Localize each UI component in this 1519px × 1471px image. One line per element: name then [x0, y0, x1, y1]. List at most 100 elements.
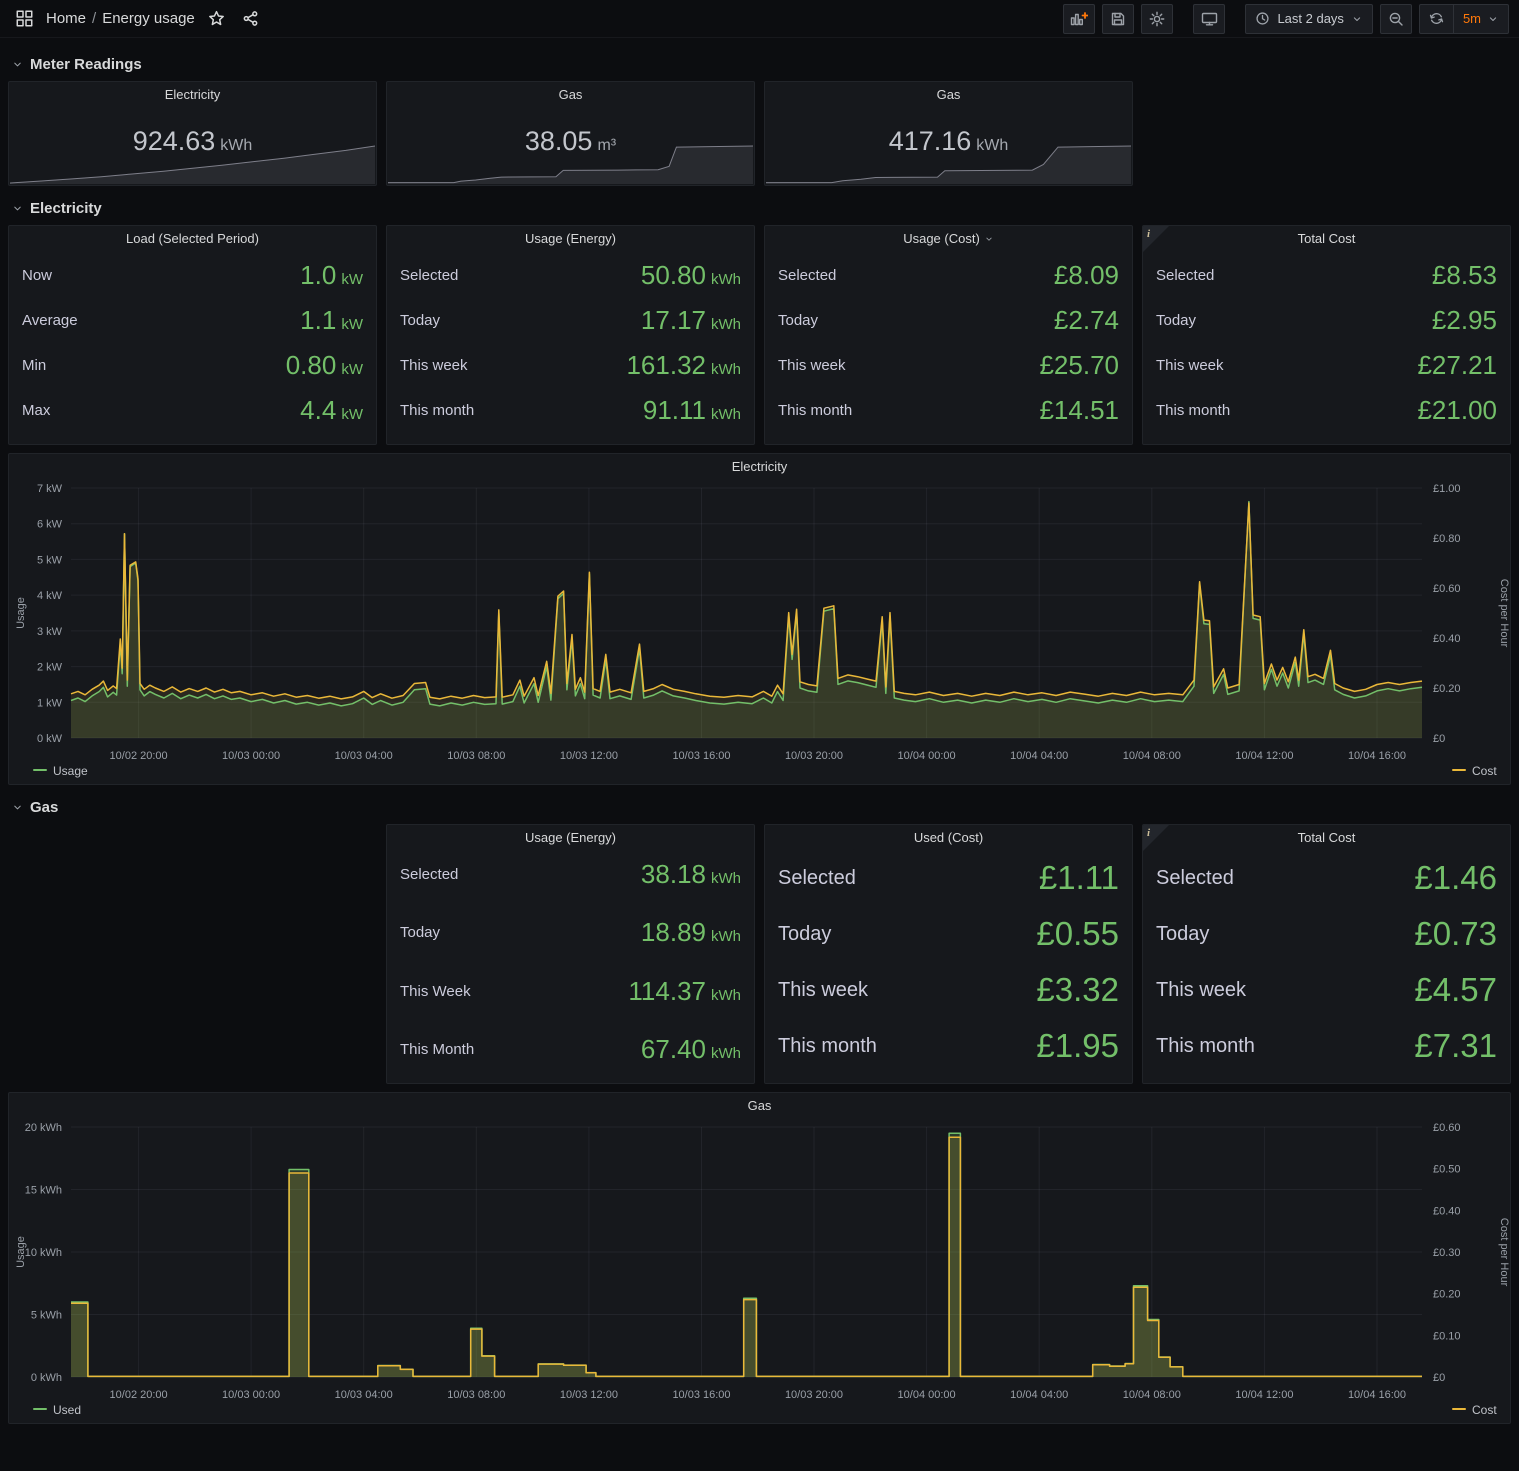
panel-title[interactable]: Used (Cost) — [765, 825, 1132, 851]
electricity-usage-cost-plot[interactable]: 0 kW1 kW2 kW3 kW4 kW5 kW6 kW7 kW£0£0.20£… — [9, 480, 1510, 784]
svg-text:10/04 00:00: 10/04 00:00 — [898, 1389, 956, 1401]
svg-text:£0.20: £0.20 — [1433, 1289, 1461, 1301]
tv-mode-button[interactable] — [1193, 4, 1225, 34]
panel-title[interactable]: Electricity — [9, 82, 376, 108]
dashboard-settings-button[interactable] — [1141, 4, 1173, 34]
stat-row: Today£0.73 — [1156, 915, 1497, 953]
svg-text:10/04 16:00: 10/04 16:00 — [1348, 750, 1406, 762]
stat-row: This month£21.00 — [1156, 395, 1497, 426]
svg-text:Usage: Usage — [53, 764, 88, 778]
share-icon[interactable] — [239, 7, 263, 31]
legend-usage[interactable]: Usage — [33, 764, 88, 778]
save-dashboard-button[interactable] — [1102, 4, 1134, 34]
panel-title[interactable]: Usage (Cost) — [765, 226, 1132, 252]
stat-value: £1.46 — [1414, 859, 1497, 897]
panel-title[interactable]: Gas — [387, 82, 754, 108]
gas-used-cost-plot[interactable]: 0 kWh5 kWh10 kWh15 kWh20 kWh£0£0.10£0.20… — [9, 1119, 1510, 1423]
stat-row: Max 4.4kW — [22, 395, 363, 426]
stat-row: This week161.32kWh — [400, 350, 741, 381]
stat-row: Today£2.95 — [1156, 305, 1497, 336]
stat-label: This Week — [400, 983, 471, 1000]
panel-info-icon[interactable]: i — [1143, 226, 1169, 252]
stat-label: Selected — [778, 267, 836, 284]
star-icon[interactable] — [205, 7, 229, 31]
panel-gas-usage-energy: Usage (Energy) Selected38.18kWhToday18.8… — [386, 824, 755, 1084]
stat-value: £0.55 — [1036, 915, 1119, 953]
stat-unit: kWh — [711, 987, 741, 1004]
stat-label: This week — [778, 979, 868, 1002]
apps-grid-icon[interactable] — [12, 7, 36, 31]
gas-kwh-meter-sparkline — [766, 144, 1131, 184]
panel-load-selected-period: Load (Selected Period) Now1.0kWAverage1.… — [8, 225, 377, 445]
time-range-picker[interactable]: Last 2 days — [1245, 4, 1373, 34]
stat-value: 1.0kW — [300, 260, 363, 291]
stat-row: Selected50.80kWh — [400, 260, 741, 291]
panel-title[interactable]: Usage (Energy) — [387, 226, 754, 252]
panel-title[interactable]: Load (Selected Period) — [9, 226, 376, 252]
row-meter-readings[interactable]: Meter Readings — [0, 38, 1519, 81]
panel-title[interactable]: Gas — [9, 1093, 1510, 1119]
stat-row: This week£4.57 — [1156, 971, 1497, 1009]
zoom-out-button[interactable] — [1380, 4, 1412, 34]
stat-unit: kWh — [711, 316, 741, 333]
breadcrumb-home[interactable]: Home — [46, 10, 86, 27]
svg-text:10/03 12:00: 10/03 12:00 — [560, 750, 618, 762]
stat-value: 17.17kWh — [641, 305, 741, 336]
panel-title[interactable]: Total Cost — [1143, 825, 1510, 851]
panel-title[interactable]: Gas — [765, 82, 1132, 108]
stat-label: Selected — [1156, 867, 1234, 890]
stat-value: £2.74 — [1054, 305, 1119, 336]
svg-text:5 kWh: 5 kWh — [31, 1310, 62, 1322]
stat-label: This month — [778, 402, 852, 419]
gas-timeseries[interactable]: 0 kWh5 kWh10 kWh15 kWh20 kWh£0£0.10£0.20… — [9, 1119, 1510, 1423]
refresh-interval-picker[interactable]: 5m — [1454, 5, 1508, 33]
panel-title[interactable]: Electricity — [9, 454, 1510, 480]
stat-row: This month £7.31 — [1156, 1027, 1497, 1065]
section-title: Electricity — [30, 200, 102, 217]
breadcrumb[interactable]: Home / Energy usage — [46, 10, 195, 27]
stat-value: £25.70 — [1039, 350, 1119, 381]
stat-unit: kW — [341, 316, 363, 333]
legend-used[interactable]: Used — [33, 1403, 81, 1417]
svg-text:5 kW: 5 kW — [37, 554, 63, 566]
stat-value: £3.32 — [1036, 971, 1119, 1009]
legend-cost[interactable]: Cost — [1452, 764, 1497, 778]
stat-value: 18.89kWh — [641, 917, 741, 948]
electricity-meter-sparkline — [10, 144, 375, 184]
stat-label: This month — [1156, 402, 1230, 419]
breadcrumb-current[interactable]: Energy usage — [102, 10, 195, 27]
stat-row: This Month67.40kWh — [400, 1034, 741, 1065]
legend-cost[interactable]: Cost — [1452, 1403, 1497, 1417]
stat-label: This month — [778, 1035, 877, 1058]
refresh-button[interactable] — [1420, 5, 1453, 33]
stat-unit: kW — [341, 406, 363, 423]
svg-text:10/03 08:00: 10/03 08:00 — [447, 750, 505, 762]
svg-text:10/03 04:00: 10/03 04:00 — [335, 750, 393, 762]
svg-text:£0.40: £0.40 — [1433, 633, 1461, 645]
panel-info-icon[interactable]: i — [1143, 825, 1169, 851]
svg-text:1 kW: 1 kW — [37, 697, 63, 709]
stat-label: Today — [400, 924, 440, 941]
panel-meter-gas-kwh: Gas 417.16kWh — [764, 81, 1133, 186]
stat-unit: kW — [341, 271, 363, 288]
svg-text:Usage: Usage — [15, 597, 27, 629]
add-panel-button[interactable] — [1063, 4, 1095, 34]
stat-value: 114.37kWh — [628, 976, 741, 1007]
panel-title[interactable]: Total Cost — [1143, 226, 1510, 252]
stat-value: £7.31 — [1414, 1027, 1497, 1065]
row-gas[interactable]: Gas — [0, 785, 1519, 824]
stat-label: This week — [1156, 979, 1246, 1002]
stat-label: This month — [1156, 1035, 1255, 1058]
stat-label: Today — [400, 312, 440, 329]
empty-cell — [8, 824, 377, 1084]
stat-value: 4.4kW — [300, 395, 363, 426]
stat-label: Max — [22, 402, 50, 419]
panel-title[interactable]: Usage (Energy) — [387, 825, 754, 851]
row-electricity[interactable]: Electricity — [0, 186, 1519, 225]
electricity-timeseries[interactable]: 0 kW1 kW2 kW3 kW4 kW5 kW6 kW7 kW£0£0.20£… — [9, 480, 1510, 784]
stat-row: Today£2.74 — [778, 305, 1119, 336]
stat-value: £8.53 — [1432, 260, 1497, 291]
svg-text:6 kW: 6 kW — [37, 519, 63, 531]
stat-label: Now — [22, 267, 52, 284]
clock-icon — [1255, 11, 1270, 26]
